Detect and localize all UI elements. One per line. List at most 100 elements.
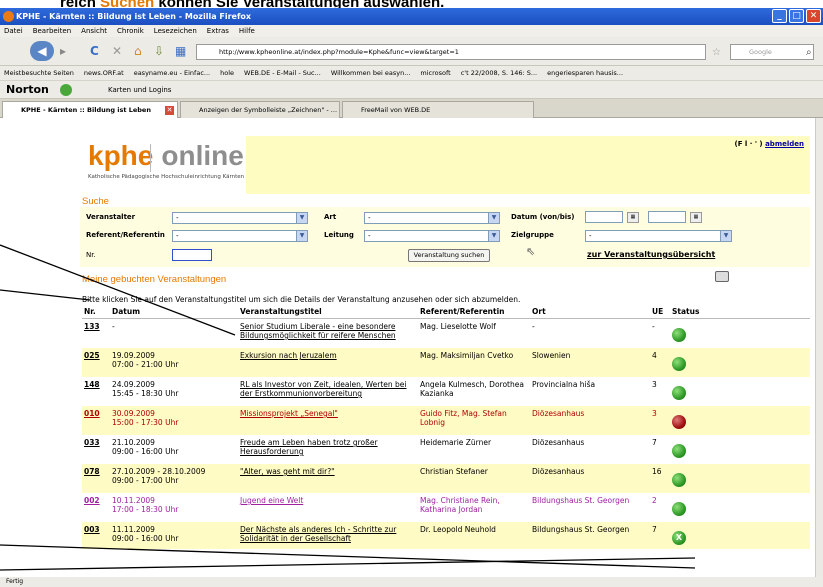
- event-nr[interactable]: 133: [82, 318, 110, 348]
- search-magnifier-icon[interactable]: ⌕: [806, 43, 812, 63]
- event-title-link[interactable]: Freude am Leben haben trotz großer Herau…: [238, 435, 418, 464]
- bookmark-item[interactable]: Meistbesuchte Seiten: [4, 69, 74, 77]
- bookmark-item[interactable]: c't 22/2008, S. 146: S...: [461, 69, 537, 77]
- event-ue: 2: [650, 493, 670, 522]
- veranstalter-select[interactable]: - ▼: [172, 212, 308, 224]
- close-window-button[interactable]: ✕: [806, 9, 821, 23]
- event-title-link[interactable]: Jugend eine Welt: [238, 493, 418, 522]
- event-title-link[interactable]: Exkursion nach Jeruzalem: [238, 348, 418, 377]
- event-ue: 4: [650, 348, 670, 377]
- download-icon[interactable]: ⇩: [154, 41, 164, 61]
- event-ort: Provincialna hiša: [530, 377, 650, 406]
- zielgruppe-label: Zielgruppe: [511, 231, 554, 239]
- search-engine-input[interactable]: Google: [730, 44, 814, 60]
- printer-icon[interactable]: [715, 271, 729, 282]
- event-nr[interactable]: 010: [82, 406, 110, 435]
- kphe-logo[interactable]: kphe online Katholische Pädagogische Hoch…: [88, 140, 246, 180]
- overview-link[interactable]: zur Veranstaltungsübersicht: [587, 250, 715, 259]
- event-nr[interactable]: 078: [82, 464, 110, 493]
- calendar-to-icon[interactable]: ▦: [690, 212, 702, 223]
- bookmark-item[interactable]: easyname.eu - Einfac...: [134, 69, 210, 77]
- col-ort: Ort: [530, 305, 650, 319]
- zielgruppe-select[interactable]: - ▼: [585, 230, 732, 242]
- event-date: 30.09.2009 15:00 - 17:30 Uhr: [110, 406, 238, 435]
- event-title-link[interactable]: "Alter, was geht mit dir?": [238, 464, 418, 493]
- maximize-button[interactable]: □: [789, 9, 804, 23]
- search-panel: Veranstalter - ▼ Art - ▼ Datum (von/bis) ▦…: [80, 207, 810, 267]
- event-nr[interactable]: 002: [82, 493, 110, 522]
- event-nr[interactable]: 003: [82, 522, 110, 549]
- status-indicator-icon[interactable]: [672, 328, 686, 342]
- col-status: Status: [670, 305, 810, 319]
- status-indicator-icon[interactable]: [672, 444, 686, 458]
- tab-zeichnen[interactable]: Anzeigen der Symbolleiste „Zeichnen" - .…: [180, 101, 340, 118]
- bookmark-item[interactable]: news.ORF.at: [84, 69, 124, 77]
- event-nr[interactable]: 148: [82, 377, 110, 406]
- event-referent: Heidemarie Zürner: [418, 435, 530, 464]
- vertical-scrollbar[interactable]: [815, 118, 823, 577]
- header-band: (F l · ' ) abmelden: [246, 136, 810, 194]
- menu-item[interactable]: Bearbeiten: [33, 25, 71, 37]
- table-row: 003 11.11.2009 09:00 - 16:00 Uhr Der Nächst…: [82, 522, 810, 549]
- event-title-link[interactable]: Senior Studium Liberale - eine besondere…: [238, 318, 418, 348]
- page-content: (F l · ' ) abmelden kphe online Katholisc…: [0, 118, 815, 577]
- logout-link[interactable]: abmelden: [765, 140, 804, 148]
- bookmark-page-icon[interactable]: ▦: [175, 41, 186, 61]
- event-title-link[interactable]: Der Nächste als anderes Ich - Schritte z…: [238, 522, 418, 549]
- booked-section-title: Meine gebuchten Veranstaltungen: [82, 274, 227, 285]
- status-indicator-icon[interactable]: [672, 386, 686, 400]
- stop-icon[interactable]: ✕: [112, 41, 122, 61]
- date-to-input[interactable]: [648, 211, 686, 223]
- veranstalter-label: Veranstalter: [86, 213, 136, 221]
- url-bar[interactable]: http://www.kpheonline.at/index.php?modul…: [196, 44, 706, 60]
- event-title-link[interactable]: Missionsprojekt „Senegal": [238, 406, 418, 435]
- search-button[interactable]: Veranstaltung suchen: [408, 249, 490, 262]
- forward-button[interactable]: ▸: [60, 41, 66, 61]
- status-indicator-icon[interactable]: [672, 357, 686, 371]
- home-icon[interactable]: ⌂: [134, 41, 142, 61]
- menu-item[interactable]: Lesezeichen: [154, 25, 197, 37]
- menu-item[interactable]: Chronik: [117, 25, 144, 37]
- reload-icon[interactable]: C: [90, 41, 99, 61]
- event-ort: Bildungshaus St. Georgen: [530, 522, 650, 549]
- search-section-title: Suche: [82, 196, 109, 207]
- menu-bar: Datei Bearbeiten Ansicht Chronik Lesezeichen…: [0, 25, 823, 37]
- minimize-button[interactable]: _: [772, 9, 787, 23]
- bookmark-item[interactable]: Willkommen bei easyn...: [331, 69, 411, 77]
- menu-item[interactable]: Hilfe: [239, 25, 255, 37]
- tab-webde[interactable]: FreeMail von WEB.DE: [342, 101, 534, 118]
- event-ue: 3: [650, 406, 670, 435]
- event-referent: Guido Fitz, Mag. Stefan Lobnig: [418, 406, 530, 435]
- norton-menu[interactable]: Norton: [6, 81, 49, 99]
- menu-item[interactable]: Ansicht: [81, 25, 107, 37]
- event-title-link[interactable]: RL als Investor von Zeit, idealen, Werte…: [238, 377, 418, 406]
- back-button[interactable]: ◀: [30, 41, 54, 61]
- nr-input[interactable]: [172, 249, 212, 261]
- date-from-input[interactable]: [585, 211, 623, 223]
- status-indicator-icon[interactable]: [672, 473, 686, 487]
- event-ue: 7: [650, 522, 670, 549]
- status-indicator-icon[interactable]: [672, 502, 686, 516]
- bookmark-item[interactable]: WEB.DE - E-Mail - Suc...: [244, 69, 321, 77]
- referent-select[interactable]: - ▼: [172, 230, 308, 242]
- event-nr[interactable]: 025: [82, 348, 110, 377]
- karten-logins-button[interactable]: Karten und Logins: [108, 81, 171, 99]
- calendar-from-icon[interactable]: ▦: [627, 212, 639, 223]
- bookmark-item[interactable]: microsoft: [420, 69, 450, 77]
- menu-item[interactable]: Datei: [4, 25, 23, 37]
- norton-check-icon[interactable]: [60, 84, 72, 96]
- menu-item[interactable]: Extras: [207, 25, 229, 37]
- close-tab-icon[interactable]: ✕: [165, 106, 174, 115]
- event-nr[interactable]: 033: [82, 435, 110, 464]
- col-titel: Veranstaltungstitel: [238, 305, 418, 319]
- event-ort: Diözesanhaus: [530, 464, 650, 493]
- tab-kphe[interactable]: KPHE - Kärnten :: Bildung ist Leben ✕: [2, 101, 178, 118]
- status-indicator-icon[interactable]: X: [672, 531, 686, 545]
- art-select[interactable]: - ▼: [364, 212, 500, 224]
- bookmark-item[interactable]: hole: [220, 69, 234, 77]
- bookmark-item[interactable]: engeriesparen hausis...: [547, 69, 623, 77]
- status-indicator-icon[interactable]: [672, 415, 686, 429]
- event-status: [670, 377, 810, 406]
- star-icon[interactable]: ☆: [712, 43, 721, 63]
- leitung-select[interactable]: - ▼: [364, 230, 500, 242]
